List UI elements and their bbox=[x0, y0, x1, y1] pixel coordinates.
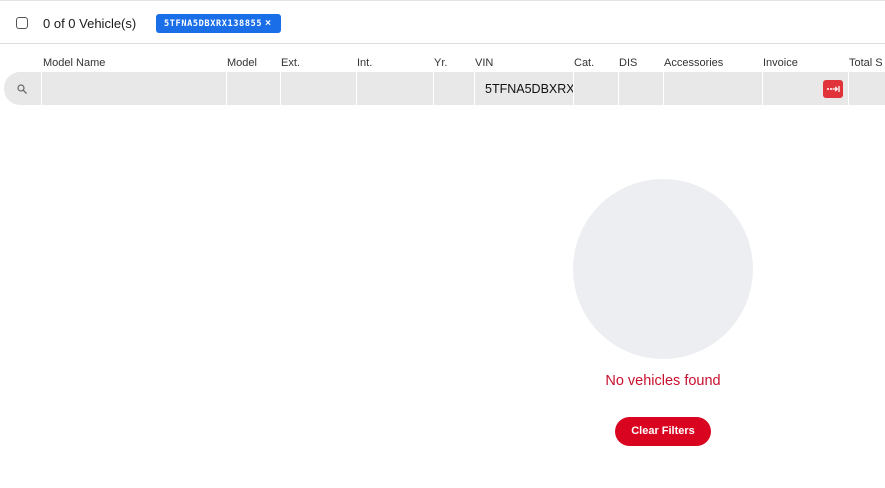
yr-filter[interactable] bbox=[433, 72, 474, 105]
header-dis[interactable]: DIS bbox=[619, 56, 637, 70]
header-cat[interactable]: Cat. bbox=[574, 56, 594, 70]
close-icon[interactable]: × bbox=[265, 18, 271, 29]
header-invoice[interactable]: Invoice bbox=[763, 56, 798, 70]
results-toolbar: 0 of 0 Vehicle(s) 5TFNA5DBXRX138855 × bbox=[0, 1, 885, 44]
search-icon bbox=[17, 84, 27, 94]
header-yr[interactable]: Yr. bbox=[434, 56, 447, 70]
header-total[interactable]: Total S bbox=[849, 56, 883, 70]
invoice-export-icon[interactable] bbox=[823, 80, 843, 98]
select-all-checkbox[interactable] bbox=[16, 17, 28, 29]
column-filter-row: 5TFNA5DBXRX138855 bbox=[4, 72, 885, 105]
vehicle-inventory-page: 0 of 0 Vehicle(s) 5TFNA5DBXRX138855 × Mod… bbox=[0, 0, 885, 488]
header-model[interactable]: Model bbox=[227, 56, 257, 70]
empty-state-message: No vehicles found bbox=[605, 373, 721, 389]
clear-filters-button[interactable]: Clear Filters bbox=[615, 417, 711, 446]
cat-filter[interactable] bbox=[573, 72, 618, 105]
header-accessories[interactable]: Accessories bbox=[664, 56, 723, 70]
filter-chip-label: 5TFNA5DBXRX138855 bbox=[164, 19, 263, 29]
header-ext[interactable]: Ext. bbox=[281, 56, 300, 70]
table-header: Model Name Model Ext. Int. Yr. VIN Cat. … bbox=[0, 56, 885, 72]
dis-filter[interactable] bbox=[618, 72, 663, 105]
total-filter[interactable] bbox=[848, 72, 885, 105]
header-int[interactable]: Int. bbox=[357, 56, 372, 70]
int-filter[interactable] bbox=[356, 72, 433, 105]
vehicle-count: 0 of 0 Vehicle(s) bbox=[43, 16, 137, 31]
model-name-filter[interactable] bbox=[41, 72, 226, 105]
accessories-filter[interactable] bbox=[663, 72, 762, 105]
vin-filter-chip[interactable]: 5TFNA5DBXRX138855 × bbox=[156, 14, 281, 33]
header-model-name[interactable]: Model Name bbox=[43, 56, 105, 70]
ext-filter[interactable] bbox=[280, 72, 356, 105]
vin-filter-value: 5TFNA5DBXRX138855 bbox=[485, 82, 573, 96]
model-filter[interactable] bbox=[226, 72, 280, 105]
empty-state-illustration bbox=[573, 179, 753, 359]
header-vin[interactable]: VIN bbox=[475, 56, 493, 70]
